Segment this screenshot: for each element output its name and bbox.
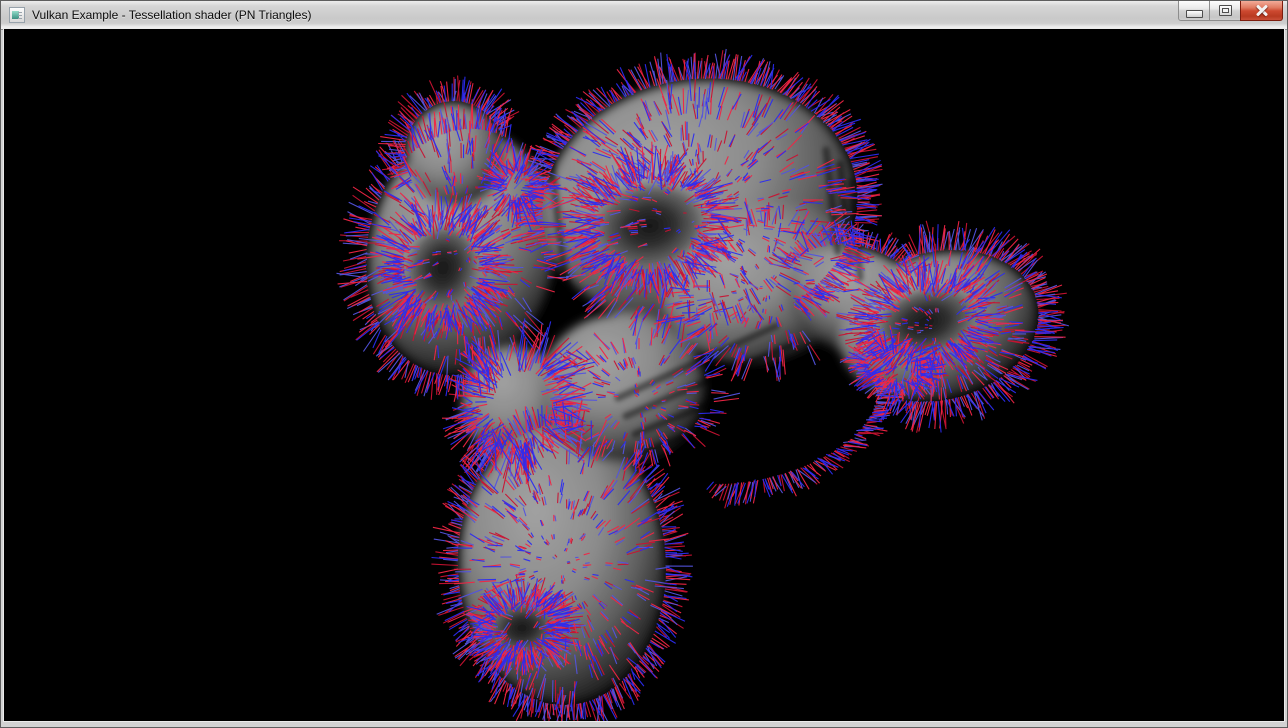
titlebar[interactable]: Vulkan Example - Tessellation shader (PN… bbox=[1, 1, 1287, 30]
app-icon-lines bbox=[18, 12, 22, 19]
close-icon bbox=[1255, 4, 1269, 18]
maximize-button[interactable] bbox=[1209, 1, 1241, 21]
minimize-button[interactable] bbox=[1178, 1, 1210, 21]
app-window: Vulkan Example - Tessellation shader (PN… bbox=[0, 0, 1288, 728]
minimize-icon bbox=[1186, 10, 1203, 18]
window-title: Vulkan Example - Tessellation shader (PN… bbox=[32, 8, 311, 22]
maximize-icon bbox=[1219, 5, 1232, 16]
tessellation-render bbox=[4, 29, 1284, 721]
close-button[interactable] bbox=[1240, 1, 1283, 21]
render-viewport[interactable] bbox=[4, 29, 1284, 721]
app-icon[interactable] bbox=[9, 7, 25, 23]
window-controls bbox=[1178, 1, 1283, 21]
